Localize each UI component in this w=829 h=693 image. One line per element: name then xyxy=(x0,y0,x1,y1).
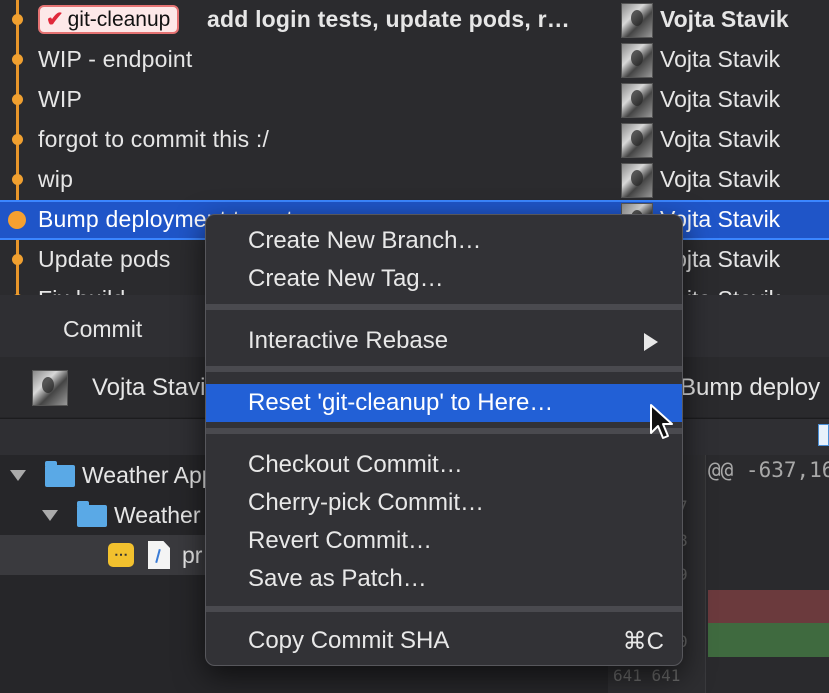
menu-separator xyxy=(206,428,682,434)
disclosure-triangle-icon[interactable] xyxy=(42,510,58,521)
swift-file-icon xyxy=(148,541,170,569)
menu-item-save-patch[interactable]: Save as Patch… xyxy=(206,560,682,598)
context-menu: Create New Branch… Create New Tag… Inter… xyxy=(205,214,683,666)
disclosure-triangle-icon[interactable] xyxy=(10,470,26,481)
menu-item-label: Create New Branch… xyxy=(248,227,482,254)
commit-message: Update pods xyxy=(38,246,171,272)
menu-item-label: Revert Commit… xyxy=(248,527,433,554)
file-icon[interactable] xyxy=(818,424,829,446)
commit-panel-title: Commit xyxy=(63,316,143,342)
menu-item-create-tag[interactable]: Create New Tag… xyxy=(206,260,682,298)
commit-author: Vojta Stavik xyxy=(660,6,789,32)
avatar xyxy=(32,370,68,406)
commit-message: WIP - endpoint xyxy=(38,46,193,72)
diff-removed-line xyxy=(708,590,829,623)
folder-icon xyxy=(45,461,75,487)
commit-row[interactable]: wip Vojta Stavik xyxy=(0,160,829,200)
commit-author: Vojta Stavik xyxy=(660,126,781,152)
commit-message: WIP xyxy=(38,86,83,112)
commit-row[interactable]: forgot to commit this :/ Vojta Stavik xyxy=(0,120,829,160)
avatar xyxy=(621,3,653,38)
commit-author: Vojta Stavik xyxy=(660,86,781,112)
commit-message: forgot to commit this :/ xyxy=(38,126,270,152)
tree-item-label: Weather xyxy=(114,502,201,528)
avatar xyxy=(621,43,653,78)
menu-item-interactive-rebase[interactable]: Interactive Rebase xyxy=(206,322,682,360)
branch-badge[interactable]: ✔ git-cleanup xyxy=(38,5,180,34)
avatar xyxy=(621,83,653,118)
commit-dot xyxy=(12,14,23,25)
menu-item-label: Reset 'git-cleanup' to Here… xyxy=(248,389,554,416)
menu-item-label: Interactive Rebase xyxy=(248,327,449,354)
tree-item-label: pr xyxy=(182,542,203,568)
commit-row[interactable]: WIP - endpoint Vojta Stavik xyxy=(0,40,829,80)
modified-badge: ⋯ xyxy=(108,543,134,567)
menu-item-label: Checkout Commit… xyxy=(248,451,463,478)
branch-badge-label: git-cleanup xyxy=(67,8,171,31)
commit-author: Vojta Stavik xyxy=(660,166,781,192)
commit-dot xyxy=(12,94,23,105)
commit-row[interactable]: ✔ git-cleanup add login tests, update pod… xyxy=(0,0,829,40)
commit-author: Vojta Stavik xyxy=(660,46,781,72)
diff-hunk-header: @@ -637,16 xyxy=(708,458,829,482)
menu-item-label: Create New Tag… xyxy=(248,265,444,292)
commit-detail-author: Vojta Stavik xyxy=(92,374,218,401)
menu-separator xyxy=(206,304,682,310)
commit-message: add login tests, update pods, r… xyxy=(207,6,570,32)
commit-dot xyxy=(12,174,23,185)
commit-detail-message: Bump deploy xyxy=(680,374,821,401)
commit-dot xyxy=(8,211,26,229)
menu-item-label: Copy Commit SHA xyxy=(248,627,450,654)
menu-item-label: Save as Patch… xyxy=(248,565,427,592)
check-icon: ✔ xyxy=(46,8,64,31)
mouse-pointer-icon xyxy=(650,404,673,439)
line-number: 641 641 xyxy=(613,666,681,685)
diff-added-line xyxy=(708,623,829,657)
commit-dot xyxy=(12,54,23,65)
avatar xyxy=(621,123,653,158)
menu-separator xyxy=(206,366,682,372)
commit-dot xyxy=(12,134,23,145)
menu-item-revert-commit[interactable]: Revert Commit… xyxy=(206,522,682,560)
commit-row[interactable]: WIP Vojta Stavik xyxy=(0,80,829,120)
keyboard-shortcut: ⌘C xyxy=(622,628,664,655)
commit-message: Fix build xyxy=(38,286,125,295)
avatar xyxy=(621,163,653,198)
commit-message: wip xyxy=(38,166,74,192)
menu-separator xyxy=(206,606,682,612)
menu-item-reset-branch[interactable]: Reset 'git-cleanup' to Here… xyxy=(206,384,682,422)
menu-item-copy-sha[interactable]: Copy Commit SHA ⌘C xyxy=(206,622,682,660)
menu-item-label: Cherry-pick Commit… xyxy=(248,489,485,516)
menu-item-checkout-commit[interactable]: Checkout Commit… xyxy=(206,446,682,484)
folder-icon xyxy=(77,501,107,527)
submenu-arrow-icon xyxy=(644,333,658,351)
menu-item-create-branch[interactable]: Create New Branch… xyxy=(206,222,682,260)
commit-dot xyxy=(12,254,23,265)
menu-item-cherry-pick[interactable]: Cherry-pick Commit… xyxy=(206,484,682,522)
tree-item-label: Weather App xyxy=(82,462,215,488)
